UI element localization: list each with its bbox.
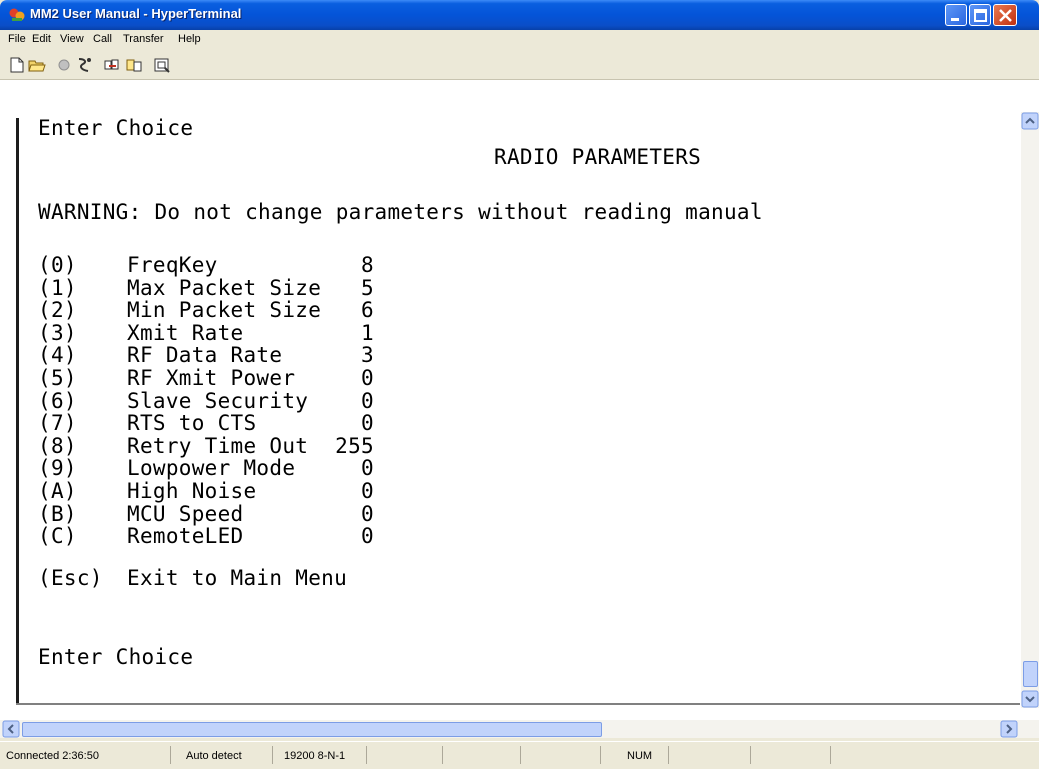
status-divider — [600, 746, 601, 764]
param-key: (B) — [38, 501, 77, 526]
menu-help[interactable]: Help — [178, 33, 201, 45]
param-key: (5) — [38, 366, 77, 390]
status-connected: Connected 2:36:50 — [6, 750, 99, 762]
status-num: NUM — [627, 750, 653, 762]
param-name: FreqKey — [127, 253, 218, 277]
screen-title: RADIO PARAMETERS — [494, 145, 702, 169]
exit-label: Exit to Main Menu — [127, 566, 348, 590]
menu-file[interactable]: File — [8, 33, 26, 45]
terminal-left-border — [16, 118, 19, 704]
exit-key: (Esc) — [38, 566, 103, 590]
param-value: 0 — [361, 524, 374, 549]
param-value: 1 — [361, 320, 374, 345]
status-divider — [366, 746, 367, 764]
param-name: High Noise — [127, 479, 257, 503]
horizontal-scroll-thumb[interactable] — [22, 722, 602, 737]
param-key: (0) — [38, 253, 77, 277]
param-name: RF Data Rate — [127, 343, 283, 368]
close-icon — [999, 9, 1012, 22]
param-value: 3 — [361, 343, 374, 368]
window-title: MM2 User Manual - HyperTerminal — [30, 6, 242, 21]
param-value: 0 — [361, 388, 374, 413]
vertical-scrollbar[interactable] — [1021, 112, 1039, 708]
param-value: 0 — [361, 366, 374, 390]
status-divider — [442, 746, 443, 764]
param-name: Xmit Rate — [127, 320, 244, 345]
param-value: 0 — [361, 456, 374, 481]
param-key: (6) — [38, 388, 77, 413]
scroll-right-icon[interactable] — [1000, 720, 1018, 738]
status-divider — [750, 746, 751, 764]
properties-icon[interactable] — [153, 56, 171, 74]
warning-text: WARNING: Do not change parameters withou… — [38, 200, 763, 224]
status-divider — [170, 746, 171, 764]
toolbar — [0, 50, 1039, 80]
param-name: RemoteLED — [127, 524, 244, 549]
param-value: 8 — [361, 253, 374, 277]
minimize-button[interactable] — [945, 4, 967, 26]
dial-icon[interactable] — [75, 56, 93, 74]
status-divider — [830, 746, 831, 764]
title-bar[interactable]: MM2 User Manual - HyperTerminal — [0, 0, 1039, 30]
scroll-left-icon[interactable] — [2, 720, 20, 738]
send-icon[interactable] — [103, 56, 121, 74]
param-key: (C) — [38, 524, 77, 549]
menu-call[interactable]: Call — [93, 33, 112, 45]
hyperterminal-app-icon — [9, 8, 25, 21]
param-value: 0 — [361, 411, 374, 436]
param-key: (7) — [38, 411, 77, 436]
status-settings: 19200 8-N-1 — [284, 750, 346, 762]
status-divider — [272, 746, 273, 764]
param-name: MCU Speed — [127, 501, 244, 526]
vertical-scroll-thumb[interactable] — [1023, 661, 1038, 687]
scroll-up-icon[interactable] — [1021, 112, 1039, 130]
param-key: (3) — [38, 320, 77, 345]
scroll-down-icon[interactable] — [1021, 690, 1039, 708]
footer-prompt: Enter Choice — [38, 645, 194, 669]
header-prompt: Enter Choice — [38, 116, 194, 140]
menu-bar: File Edit View Call Transfer Help — [0, 30, 1039, 50]
param-key: (4) — [38, 343, 77, 368]
disconnect-icon[interactable] — [55, 56, 73, 74]
param-key: (8) — [38, 433, 77, 458]
receive-icon[interactable] — [125, 56, 143, 74]
minimize-icon — [951, 18, 959, 21]
maximize-icon — [974, 9, 987, 22]
hyperterminal-window: MM2 User Manual - HyperTerminal File Edi… — [0, 0, 1039, 769]
terminal-text: Enter Choice RADIO PARAMETERS WARNING: D… — [38, 110, 763, 669]
maximize-button[interactable] — [969, 4, 991, 26]
param-key: (A) — [38, 479, 77, 503]
menu-view[interactable]: View — [60, 33, 84, 45]
param-value: 0 — [361, 479, 374, 503]
param-key: (2) — [38, 298, 77, 323]
param-name: RTS to CTS — [127, 411, 257, 436]
menu-transfer[interactable]: Transfer — [123, 33, 164, 45]
close-button[interactable] — [993, 4, 1017, 26]
menu-edit[interactable]: Edit — [32, 33, 51, 45]
status-divider — [668, 746, 669, 764]
param-key: (9) — [38, 456, 77, 481]
param-value: 6 — [361, 298, 374, 323]
param-value: 5 — [361, 275, 374, 300]
terminal-bottom-border — [16, 703, 1020, 705]
status-detect: Auto detect — [186, 750, 242, 762]
new-icon[interactable] — [8, 56, 26, 74]
status-divider — [520, 746, 521, 764]
param-value: 255 — [335, 433, 374, 458]
param-value: 0 — [361, 501, 374, 526]
open-icon[interactable] — [28, 56, 46, 74]
param-key: (1) — [38, 275, 77, 300]
